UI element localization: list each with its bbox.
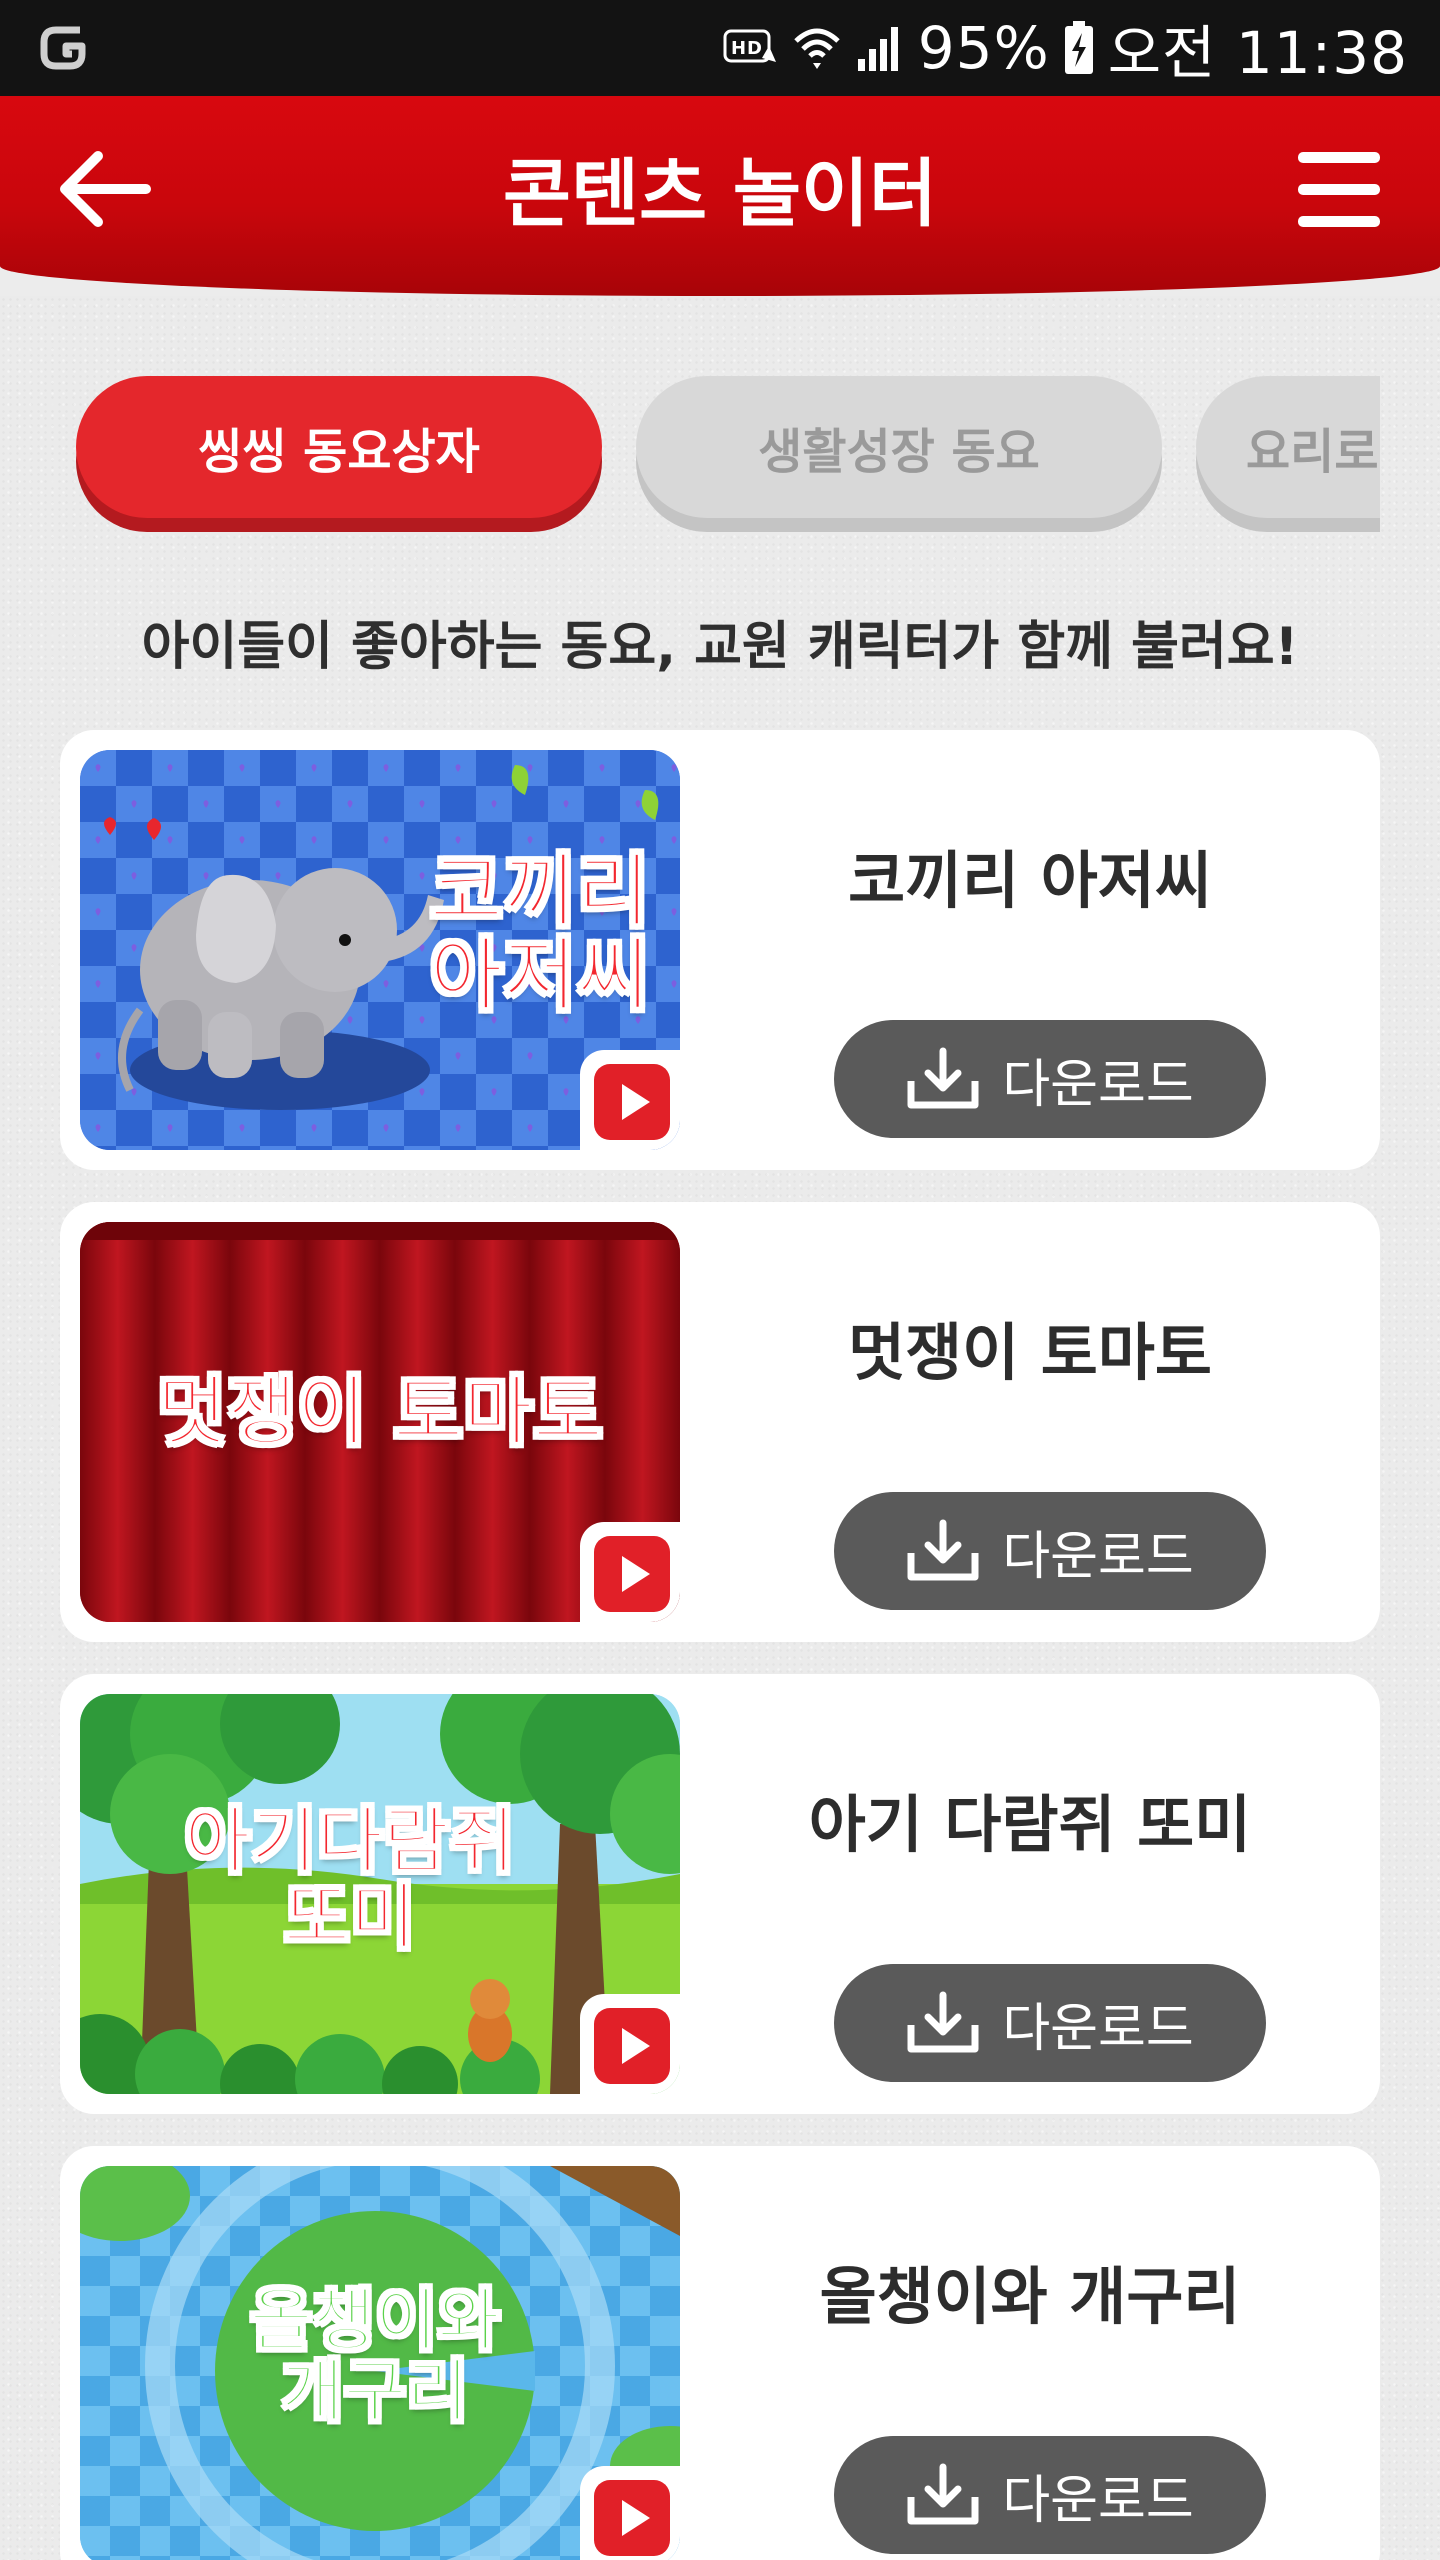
thumbnail-title-line: 또미: [283, 1874, 417, 1959]
download-icon: [907, 1047, 979, 1109]
section-tagline: 아이들이 좋아하는 동요, 교원 캐릭터가 함께 불러요!: [141, 617, 1299, 677]
song-title: 코끼리 아저씨: [848, 844, 1212, 917]
download-label: 다운로드: [1002, 1054, 1194, 1115]
tab-label: 씽씽 동요상자: [198, 424, 480, 480]
download-label: 다운로드: [1002, 1998, 1194, 2059]
wifi-icon: [794, 28, 840, 69]
song-card: 올챙이와 개구리 올챙이와 개구리 다운로드: [60, 2146, 1380, 2560]
play-button[interactable]: [580, 1050, 680, 1150]
hd-voice-icon: HD: [722, 26, 778, 70]
battery-charging-icon: [1064, 21, 1093, 74]
song-thumbnail[interactable]: 멋쟁이 토마토: [80, 1222, 680, 1622]
tab-label: 생활성장 동요: [758, 424, 1040, 480]
song-title: 올챙이와 개구리: [819, 2260, 1241, 2333]
thumbnail-title-line: 올챙이와: [249, 2282, 501, 2361]
signal-icon: [857, 27, 898, 71]
play-icon: [622, 2028, 650, 2064]
play-icon: [622, 1084, 650, 1120]
tab-singsing-songbox[interactable]: 씽씽 동요상자: [76, 376, 602, 518]
download-label: 다운로드: [1002, 1526, 1194, 1587]
play-button[interactable]: [580, 1994, 680, 2094]
song-title: 멋쟁이 토마토: [848, 1316, 1212, 1389]
play-icon: [622, 1556, 650, 1592]
thumbnail-title-line: 아기다람쥐: [183, 1799, 516, 1883]
song-thumbnail[interactable]: 코끼리 아저씨: [80, 750, 680, 1150]
download-button[interactable]: 다운로드: [834, 2436, 1266, 2554]
clock: 오전 11:38: [1107, 19, 1408, 87]
app-header: 콘텐츠 놀이터: [0, 96, 1440, 296]
notification-app-icon: [40, 26, 86, 70]
download-icon: [907, 2463, 979, 2525]
play-icon: [622, 2500, 650, 2536]
thumbnail-title-line: 멋쟁이 토마토: [156, 1367, 604, 1456]
hamburger-menu-icon[interactable]: [1294, 144, 1384, 234]
play-button[interactable]: [580, 1522, 680, 1622]
category-tabs: 씽씽 동요상자 생활성장 동요 요리로: [76, 376, 1380, 536]
thumbnail-title-line: 코끼리: [429, 845, 652, 938]
download-icon: [907, 1519, 979, 1581]
tab-cooking[interactable]: 요리로: [1196, 376, 1380, 518]
download-button[interactable]: 다운로드: [834, 1020, 1266, 1138]
song-card: 아기다람쥐 또미 아기 다람쥐 또미 다운로드: [60, 1674, 1380, 2114]
thumbnail-title-line: 개구리: [280, 2353, 470, 2433]
page-title: 콘텐츠 놀이터: [502, 151, 938, 237]
song-thumbnail[interactable]: 아기다람쥐 또미: [80, 1694, 680, 2094]
tab-life-growth-songs[interactable]: 생활성장 동요: [636, 376, 1162, 518]
song-title: 아기 다람쥐 또미: [808, 1788, 1252, 1861]
download-button[interactable]: 다운로드: [834, 1492, 1266, 1610]
tab-label: 요리로: [1246, 424, 1379, 480]
song-card: 코끼리 아저씨 코끼리 아저씨 다운로드: [60, 730, 1380, 1170]
song-card: 멋쟁이 토마토 멋쟁이 토마토 다운로드: [60, 1202, 1380, 1642]
thumbnail-title-line: 아저씨: [429, 929, 652, 1022]
status-bar: HD 95% 오전 11:38: [0, 0, 1440, 96]
play-button[interactable]: [580, 2466, 680, 2560]
download-label: 다운로드: [1002, 2470, 1194, 2531]
hd-label: HD: [731, 38, 763, 59]
download-icon: [907, 1991, 979, 2053]
download-button[interactable]: 다운로드: [834, 1964, 1266, 2082]
song-thumbnail[interactable]: 올챙이와 개구리: [80, 2166, 680, 2560]
battery-percent: 95%: [917, 14, 1050, 82]
